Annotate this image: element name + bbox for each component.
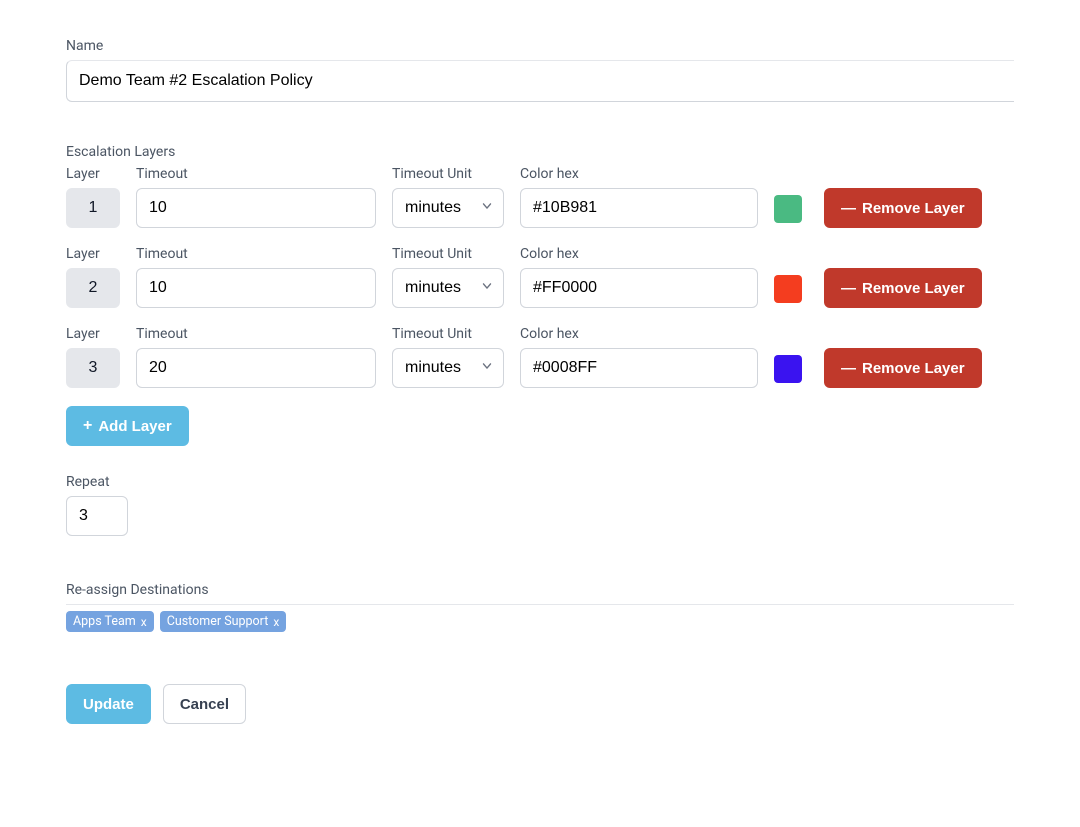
close-icon[interactable]: x [141,615,147,629]
update-button[interactable]: Update [66,684,151,724]
name-input[interactable] [66,60,1014,102]
timeout-label: Timeout [136,326,376,342]
timeout-unit-label: Timeout Unit [392,166,504,182]
plus-icon: + [83,418,92,434]
color-hex-label: Color hex [520,166,758,182]
timeout-unit-select[interactable] [392,268,504,308]
timeout-label: Timeout [136,246,376,262]
timeout-unit-label: Timeout Unit [392,246,504,262]
cancel-button[interactable]: Cancel [163,684,246,724]
reassign-tag[interactable]: Apps Team x [66,611,154,632]
add-layer-button[interactable]: + Add Layer [66,406,189,446]
layer-number [66,188,120,228]
timeout-input[interactable] [136,188,376,228]
remove-layer-button[interactable]: — Remove Layer [824,268,982,308]
color-hex-label: Color hex [520,246,758,262]
layer-row: Layer Timeout Timeout Unit Color hex [66,166,1014,228]
escalation-layers-label: Escalation Layers [66,144,1014,160]
reassign-tag-label: Customer Support [167,614,269,629]
remove-layer-button[interactable]: — Remove Layer [824,348,982,388]
layer-number [66,348,120,388]
color-hex-label: Color hex [520,326,758,342]
cancel-label: Cancel [180,696,229,713]
timeout-unit-select[interactable] [392,188,504,228]
repeat-input[interactable] [66,496,128,536]
layer-row: Layer Timeout Timeout Unit Color hex [66,326,1014,388]
minus-icon: — [841,280,856,297]
reassign-label: Re-assign Destinations [66,582,1014,598]
remove-layer-button[interactable]: — Remove Layer [824,188,982,228]
layer-number-label: Layer [66,326,120,342]
remove-layer-label: Remove Layer [862,200,965,217]
add-layer-label: Add Layer [98,418,171,435]
minus-icon: — [841,360,856,377]
timeout-unit-select[interactable] [392,348,504,388]
color-swatch [774,195,802,223]
name-label: Name [66,38,1014,54]
color-swatch [774,355,802,383]
repeat-label: Repeat [66,474,1014,490]
color-hex-input[interactable] [520,348,758,388]
layer-number [66,268,120,308]
close-icon[interactable]: x [273,615,279,629]
layer-number-label: Layer [66,246,120,262]
layer-number-label: Layer [66,166,120,182]
layer-row: Layer Timeout Timeout Unit Color hex [66,246,1014,308]
color-hex-input[interactable] [520,188,758,228]
reassign-tag[interactable]: Customer Support x [160,611,287,632]
remove-layer-label: Remove Layer [862,360,965,377]
timeout-label: Timeout [136,166,376,182]
reassign-tag-row[interactable]: Apps Team x Customer Support x [66,604,1014,632]
color-hex-input[interactable] [520,268,758,308]
reassign-tag-label: Apps Team [73,614,136,629]
color-swatch [774,275,802,303]
timeout-input[interactable] [136,348,376,388]
minus-icon: — [841,200,856,217]
timeout-input[interactable] [136,268,376,308]
remove-layer-label: Remove Layer [862,280,965,297]
timeout-unit-label: Timeout Unit [392,326,504,342]
update-label: Update [83,696,134,713]
